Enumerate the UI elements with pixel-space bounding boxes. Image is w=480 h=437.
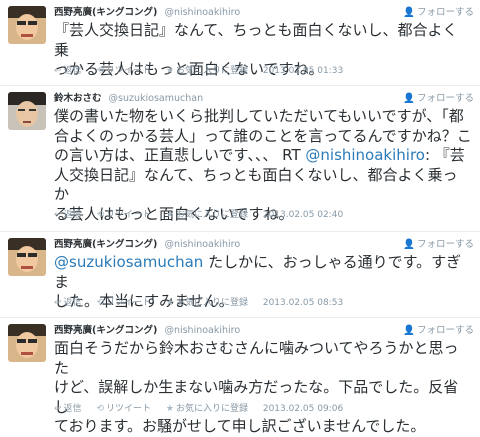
reply-label: 返信: [63, 404, 82, 414]
user-handle[interactable]: @suzukiosamuchan: [109, 93, 204, 104]
reply-label: 返信: [63, 66, 82, 76]
user-name[interactable]: 西野亮廣(キングコング): [54, 239, 157, 250]
follow-label: フォローする: [416, 93, 474, 104]
mention-link[interactable]: @suzukiosamuchan: [54, 253, 203, 271]
user-name[interactable]: 鈴木おさむ: [54, 93, 102, 104]
favorite-button[interactable]: ★ お気に入りに登録: [166, 404, 248, 414]
tweet-actions: ↩ 返信 ⟲ リツイート ★ お気に入りに登録 2013.02.05 08:53: [54, 296, 474, 310]
timestamp[interactable]: 2013.02.05 02:40: [263, 210, 343, 220]
tweet-header: 西野亮廣(キングコング) @nishinoakihiro 👤 フォローする: [54, 238, 474, 252]
reply-arrow-icon: ↩: [54, 404, 62, 414]
tweet-line: 面白そうだから鈴木おさむさんに噛みついてやろうかと思った: [54, 339, 459, 377]
tweet-line: 僕の書いた物をいくら批判していただいてもいいですが、「都: [54, 107, 464, 125]
avatar[interactable]: [8, 324, 46, 362]
user-name[interactable]: 西野亮廣(キングコング): [54, 325, 157, 336]
tweet-line-text: : 『芸: [424, 146, 465, 164]
avatar[interactable]: [8, 238, 46, 276]
tweet-header: 西野亮廣(キングコング) @nishinoakihiro 👤 フォローする: [54, 324, 474, 338]
timestamp[interactable]: 2013.02.05 09:06: [263, 404, 343, 414]
retweet-icon: ⟲: [96, 404, 104, 414]
reply-arrow-icon: ↩: [54, 210, 62, 220]
retweet-button[interactable]: ⟲ リツイート: [96, 210, 151, 220]
avatar-image: [8, 6, 46, 44]
star-icon: ★: [165, 298, 174, 308]
follow-button[interactable]: 👤 フォローする: [403, 6, 474, 20]
reply-button[interactable]: ↩ 返信: [54, 404, 82, 414]
user-handle[interactable]: @nishinoakihiro: [164, 239, 240, 250]
tweet-line-text: の言い方は、正直悲しいです、、、 RT: [54, 146, 306, 164]
follow-person-icon: 👤: [403, 325, 415, 336]
retweet-icon: ⟲: [96, 298, 104, 308]
user-name[interactable]: 西野亮廣(キングコング): [54, 7, 157, 18]
user-handle[interactable]: @nishinoakihiro: [164, 7, 240, 18]
tweet-line: の言い方は、正直悲しいです、、、 RT @nishinoakihiro: 『芸: [54, 146, 472, 166]
favorite-label: お気に入りに登録: [175, 210, 248, 220]
follow-label: フォローする: [416, 7, 474, 18]
reply-label: 返信: [63, 210, 82, 220]
avatar-image: [8, 238, 46, 276]
favorite-label: お気に入りに登録: [175, 298, 248, 308]
follow-person-icon: 👤: [403, 239, 415, 250]
follow-button[interactable]: 👤 フォローする: [403, 324, 474, 338]
timestamp[interactable]: 2013.02.05 01:33: [263, 66, 343, 76]
tweet: 西野亮廣(キングコング) @nishinoakihiro 👤 フォローする @su…: [0, 232, 480, 318]
reply-arrow-icon: ↩: [54, 298, 62, 308]
timestamp[interactable]: 2013.02.05 08:53: [263, 298, 343, 308]
retweet-label: リツイート: [105, 298, 151, 308]
retweet-label: リツイート: [105, 210, 151, 220]
follow-person-icon: 👤: [403, 93, 415, 104]
avatar[interactable]: [8, 6, 46, 44]
follow-button[interactable]: 👤 フォローする: [403, 92, 474, 106]
favorite-button[interactable]: ★ お気に入りに登録: [166, 210, 248, 220]
follow-button[interactable]: 👤 フォローする: [403, 238, 474, 252]
tweet-line: @suzukiosamuchan たしかに、おっしゃる通りです。すぎま: [54, 253, 472, 292]
favorite-button[interactable]: ★ お気に入りに登録: [166, 66, 248, 76]
avatar-image: [8, 324, 46, 362]
reply-label: 返信: [63, 298, 82, 308]
favorite-button[interactable]: ★ お気に入りに登録: [166, 298, 248, 308]
tweet-actions: ↩ 返信 ⟲ リツイート ★ お気に入りに登録 2013.02.05 01:33: [54, 64, 474, 78]
tweet-header: 鈴木おさむ @suzukiosamuchan 👤 フォローする: [54, 92, 474, 106]
retweet-icon: ⟲: [96, 210, 104, 220]
tweet-line: 合よくのっかる芸人」って誰のことを言ってるんですかね？こ: [54, 126, 472, 145]
user-handle[interactable]: @nishinoakihiro: [164, 325, 240, 336]
retweet-button[interactable]: ⟲ リツイート: [96, 66, 151, 76]
favorite-label: お気に入りに登録: [175, 66, 248, 76]
tweet: 鈴木おさむ @suzukiosamuchan 👤 フォローする 僕の書いた物をいく…: [0, 86, 480, 232]
tweet-actions: ↩ 返信 ⟲ リツイート ★ お気に入りに登録 2013.02.05 02:40: [54, 208, 474, 222]
reply-button[interactable]: ↩ 返信: [54, 210, 82, 220]
tweet: 西野亮廣(キングコング) @nishinoakihiro 👤 フォローする 『芸人…: [0, 0, 480, 86]
tweet-header: 西野亮廣(キングコング) @nishinoakihiro 👤 フォローする: [54, 6, 474, 20]
avatar-image: [8, 92, 46, 130]
favorite-label: お気に入りに登録: [175, 404, 248, 414]
retweet-button[interactable]: ⟲ リツイート: [96, 404, 151, 414]
reply-button[interactable]: ↩ 返信: [54, 298, 82, 308]
retweet-label: リツイート: [105, 404, 151, 414]
reply-button[interactable]: ↩ 返信: [54, 66, 82, 76]
tweet: 西野亮廣(キングコング) @nishinoakihiro 👤 フォローする 面白そ…: [0, 318, 480, 435]
avatar[interactable]: [8, 92, 46, 130]
follow-label: フォローする: [416, 239, 474, 250]
retweet-button[interactable]: ⟲ リツイート: [96, 298, 151, 308]
retweet-icon: ⟲: [96, 66, 104, 76]
mention-link[interactable]: @nishinoakihiro: [305, 146, 425, 164]
tweet-line: 人交換日記』なんて、ちっとも面白くないし、都合よく乗っか: [54, 165, 458, 204]
tweet-line: ております。お騒がせして申し訳ございませんでした。: [54, 417, 426, 435]
follow-label: フォローする: [416, 325, 474, 336]
reply-arrow-icon: ↩: [54, 66, 62, 76]
star-icon: ★: [165, 210, 174, 220]
follow-person-icon: 👤: [403, 7, 415, 18]
retweet-label: リツイート: [105, 66, 151, 76]
tweet-actions: ↩ 返信 ⟲ リツイート ★ お気に入りに登録 2013.02.05 09:06: [54, 402, 474, 416]
tweet-line: 『芸人交換日記』なんて、ちっとも面白くないし、都合よく乗: [54, 21, 458, 59]
tweet-text: 僕の書いた物をいくら批判していただいてもいいですが、「都 合よくのっかる芸人」っ…: [54, 107, 472, 224]
star-icon: ★: [165, 66, 174, 76]
star-icon: ★: [165, 404, 174, 414]
